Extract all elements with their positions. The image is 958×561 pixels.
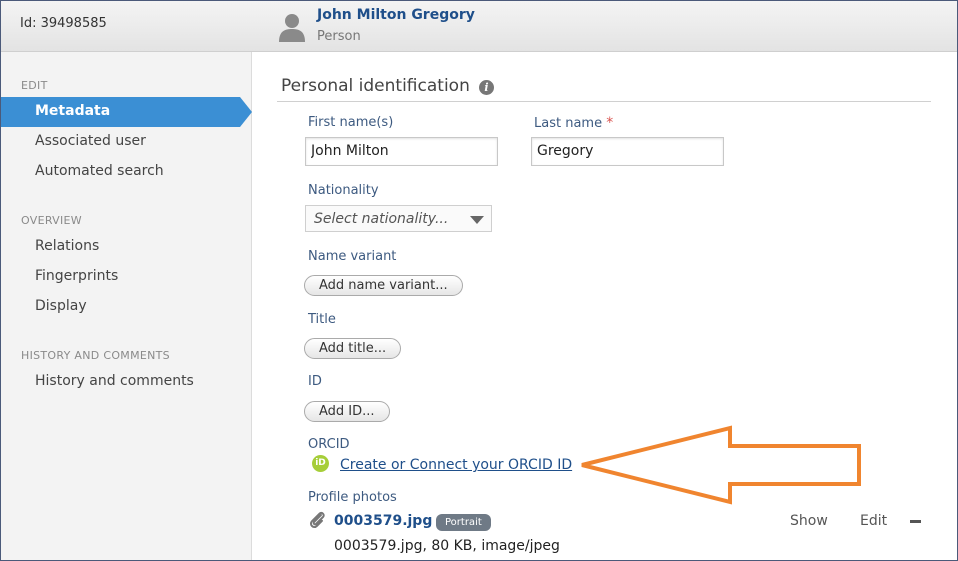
sidebar-item-associated-user[interactable]: Associated user bbox=[35, 133, 146, 149]
add-id-button[interactable]: Add ID... bbox=[304, 401, 390, 422]
app-window: Id: 39498585 John Milton Gregory Person … bbox=[0, 0, 958, 561]
sidebar-item-automated-search[interactable]: Automated search bbox=[35, 163, 164, 179]
first-name-label: First name(s) bbox=[308, 115, 394, 130]
record-id: Id: 39498585 bbox=[20, 16, 107, 31]
nationality-select[interactable]: Select nationality... bbox=[305, 205, 492, 232]
portrait-badge: Portrait bbox=[436, 514, 491, 531]
nationality-placeholder: Select nationality... bbox=[314, 211, 449, 227]
record-header: Id: 39498585 John Milton Gregory Person bbox=[1, 1, 957, 52]
edit-photo-button[interactable]: Edit bbox=[860, 513, 887, 529]
person-name[interactable]: John Milton Gregory bbox=[317, 7, 475, 23]
add-title-button[interactable]: Add title... bbox=[304, 338, 402, 359]
annotation-arrow-icon bbox=[581, 425, 861, 505]
profile-photos-label: Profile photos bbox=[308, 490, 397, 505]
sidebar-item-metadata[interactable]: Metadata bbox=[1, 97, 252, 127]
last-name-input[interactable] bbox=[531, 137, 724, 166]
name-variant-label: Name variant bbox=[308, 249, 397, 264]
last-name-label-text: Last name bbox=[534, 116, 603, 131]
sidebar-item-display[interactable]: Display bbox=[35, 298, 87, 314]
sidebar-item-relations[interactable]: Relations bbox=[35, 238, 99, 254]
paperclip-icon bbox=[309, 511, 325, 529]
nationality-label: Nationality bbox=[308, 183, 379, 198]
first-name-input[interactable] bbox=[305, 137, 498, 166]
sidebar: EDIT Metadata Associated user Automated … bbox=[1, 52, 252, 560]
photo-file-meta: 0003579.jpg, 80 KB, image/jpeg bbox=[334, 538, 560, 554]
chevron-down-icon bbox=[470, 216, 484, 224]
last-name-label: Last name * bbox=[534, 115, 613, 131]
sidebar-section-history: HISTORY AND COMMENTS bbox=[21, 349, 170, 362]
remove-photo-icon[interactable] bbox=[910, 520, 921, 523]
sidebar-section-overview: OVERVIEW bbox=[21, 214, 82, 227]
sidebar-section-edit: EDIT bbox=[21, 79, 48, 92]
sidebar-item-fingerprints[interactable]: Fingerprints bbox=[35, 268, 118, 284]
person-type: Person bbox=[317, 29, 361, 44]
sidebar-item-history-and-comments[interactable]: History and comments bbox=[35, 373, 194, 389]
person-avatar-icon bbox=[279, 14, 305, 42]
orcid-connect-link[interactable]: Create or Connect your ORCID ID bbox=[340, 457, 572, 473]
show-photo-button[interactable]: Show bbox=[790, 513, 828, 529]
orcid-label: ORCID bbox=[308, 437, 350, 452]
orcid-icon: iD bbox=[312, 455, 329, 472]
info-icon[interactable]: i bbox=[479, 80, 494, 95]
add-name-variant-button[interactable]: Add name variant... bbox=[304, 275, 463, 296]
section-divider bbox=[277, 101, 931, 102]
title-label: Title bbox=[308, 312, 336, 327]
required-marker: * bbox=[606, 115, 614, 131]
section-title: Personal identification bbox=[281, 76, 470, 96]
photo-file-link[interactable]: 0003579.jpg bbox=[334, 513, 432, 529]
sidebar-item-label: Metadata bbox=[35, 103, 111, 119]
id-label: ID bbox=[308, 374, 322, 389]
